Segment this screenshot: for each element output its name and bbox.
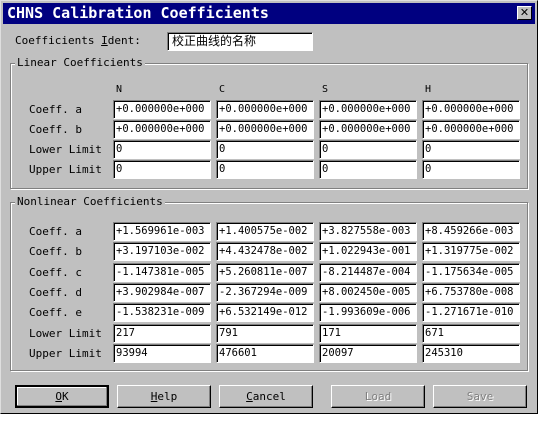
nonlinear-row-label: Coeff. d <box>29 285 82 299</box>
nonlinear-value-field[interactable]: +3.902984e-007 <box>113 282 211 302</box>
nonlinear-value-field[interactable]: 671 <box>422 323 520 343</box>
nonlinear-value-field[interactable]: +4.432478e-002 <box>216 242 314 262</box>
linear-row-label: Lower Limit <box>29 143 102 156</box>
nonlinear-value-field[interactable]: -1.147381e-005 <box>113 262 211 282</box>
cancel-mnemonic: C <box>246 390 253 403</box>
nonlinear-value-field[interactable]: +3.827558e-003 <box>319 222 417 241</box>
column-header-h: H <box>425 84 432 95</box>
ident-label-suffix: dent: <box>107 34 141 47</box>
nonlinear-value-field[interactable]: -1.175634e-005 <box>422 262 520 282</box>
nonlinear-value-field[interactable]: +8.459266e-003 <box>422 222 520 241</box>
nonlinear-value-field[interactable]: +8.002450e-005 <box>319 282 417 302</box>
ok-rest: K <box>62 390 69 403</box>
linear-value-field[interactable]: 0 <box>113 160 211 179</box>
window-title: CHNS Calibration Coefficients <box>7 4 269 22</box>
nonlinear-row-label: Lower Limit <box>29 326 102 340</box>
save-button[interactable]: Save <box>433 385 527 408</box>
close-icon: ✕ <box>519 6 530 19</box>
ok-mnemonic: O <box>55 390 62 403</box>
linear-value-field[interactable]: 0 <box>216 160 314 179</box>
nonlinear-value-field[interactable]: 791 <box>216 323 314 343</box>
linear-value-field[interactable]: +0.000000e+000 <box>216 120 314 139</box>
nonlinear-value-field[interactable]: +1.400575e-002 <box>216 222 314 241</box>
nonlinear-value-field[interactable]: +1.022943e-001 <box>319 242 417 262</box>
nonlinear-value-field[interactable]: +5.260811e-007 <box>216 262 314 282</box>
linear-row-label: Coeff. a <box>29 103 82 116</box>
column-header-s: S <box>322 84 329 95</box>
linear-value-field[interactable]: +0.000000e+000 <box>216 100 314 119</box>
linear-row-label: Coeff. b <box>29 123 82 136</box>
linear-value-field[interactable]: +0.000000e+000 <box>319 100 417 119</box>
cancel-rest: ancel <box>252 390 286 403</box>
cancel-button[interactable]: Cancel <box>219 385 313 408</box>
nonlinear-row-label: Coeff. e <box>29 306 82 320</box>
ok-button[interactable]: OK <box>15 385 109 408</box>
nonlinear-value-field[interactable]: +6.753780e-008 <box>422 282 520 302</box>
ident-input[interactable]: 校正曲线的名称 <box>167 32 313 51</box>
nonlinear-value-field[interactable]: 93994 <box>113 343 211 363</box>
nonlinear-value-field[interactable]: 476601 <box>216 343 314 363</box>
close-button[interactable]: ✕ <box>517 6 532 20</box>
linear-value-field[interactable]: 0 <box>319 140 417 159</box>
linear-row-label: Upper Limit <box>29 163 102 176</box>
ident-label-prefix: Coefficients <box>15 34 102 47</box>
nonlinear-value-field[interactable]: -1.993609e-006 <box>319 303 417 323</box>
title-bar[interactable]: CHNS Calibration Coefficients ✕ <box>3 3 535 24</box>
linear-value-field[interactable]: 0 <box>113 140 211 159</box>
nonlinear-value-field[interactable]: -2.367294e-009 <box>216 282 314 302</box>
help-rest: elp <box>157 390 178 403</box>
help-button[interactable]: Help <box>117 385 211 408</box>
nonlinear-value-field[interactable]: +1.319775e-002 <box>422 242 520 262</box>
nonlinear-value-field[interactable]: -1.538231e-009 <box>113 303 211 323</box>
column-header-n: N <box>116 84 123 95</box>
linear-value-field[interactable]: +0.000000e+000 <box>113 100 211 119</box>
nonlinear-row-label: Coeff. b <box>29 245 82 259</box>
linear-value-field[interactable]: +0.000000e+000 <box>319 120 417 139</box>
nonlinear-value-field[interactable]: +6.532149e-012 <box>216 303 314 323</box>
linear-value-field[interactable]: +0.000000e+000 <box>113 120 211 139</box>
linear-value-field[interactable]: 0 <box>422 140 520 159</box>
nonlinear-value-field[interactable]: 245310 <box>422 343 520 363</box>
nonlinear-value-field[interactable]: 20097 <box>319 343 417 363</box>
ident-label-mnemonic: I <box>101 34 108 47</box>
linear-value-field[interactable]: +0.000000e+000 <box>422 100 520 119</box>
column-header-c: C <box>219 84 226 95</box>
nonlinear-value-field[interactable]: +3.197103e-002 <box>113 242 211 262</box>
linear-group-title: Linear Coefficients <box>15 56 145 69</box>
ident-label: Coefficients Ident: <box>15 34 141 48</box>
linear-value-field[interactable]: 0 <box>422 160 520 179</box>
load-button[interactable]: Load <box>331 385 425 408</box>
nonlinear-value-field[interactable]: 217 <box>113 323 211 343</box>
nonlinear-value-field[interactable]: -8.214487e-004 <box>319 262 417 282</box>
nonlinear-row-label: Upper Limit <box>29 346 102 360</box>
linear-value-field[interactable]: 0 <box>319 160 417 179</box>
linear-value-field[interactable]: +0.000000e+000 <box>422 120 520 139</box>
calibration-dialog: CHNS Calibration Coefficients ✕ Coeffici… <box>0 0 538 414</box>
linear-value-field[interactable]: 0 <box>216 140 314 159</box>
nonlinear-value-field[interactable]: -1.271671e-010 <box>422 303 520 323</box>
nonlinear-value-field[interactable]: +1.569961e-003 <box>113 222 211 241</box>
nonlinear-value-field[interactable]: 171 <box>319 323 417 343</box>
nonlinear-row-label: Coeff. c <box>29 265 82 279</box>
nonlinear-row-label: Coeff. a <box>29 225 82 238</box>
nonlinear-group-title: Nonlinear Coefficients <box>15 195 165 208</box>
